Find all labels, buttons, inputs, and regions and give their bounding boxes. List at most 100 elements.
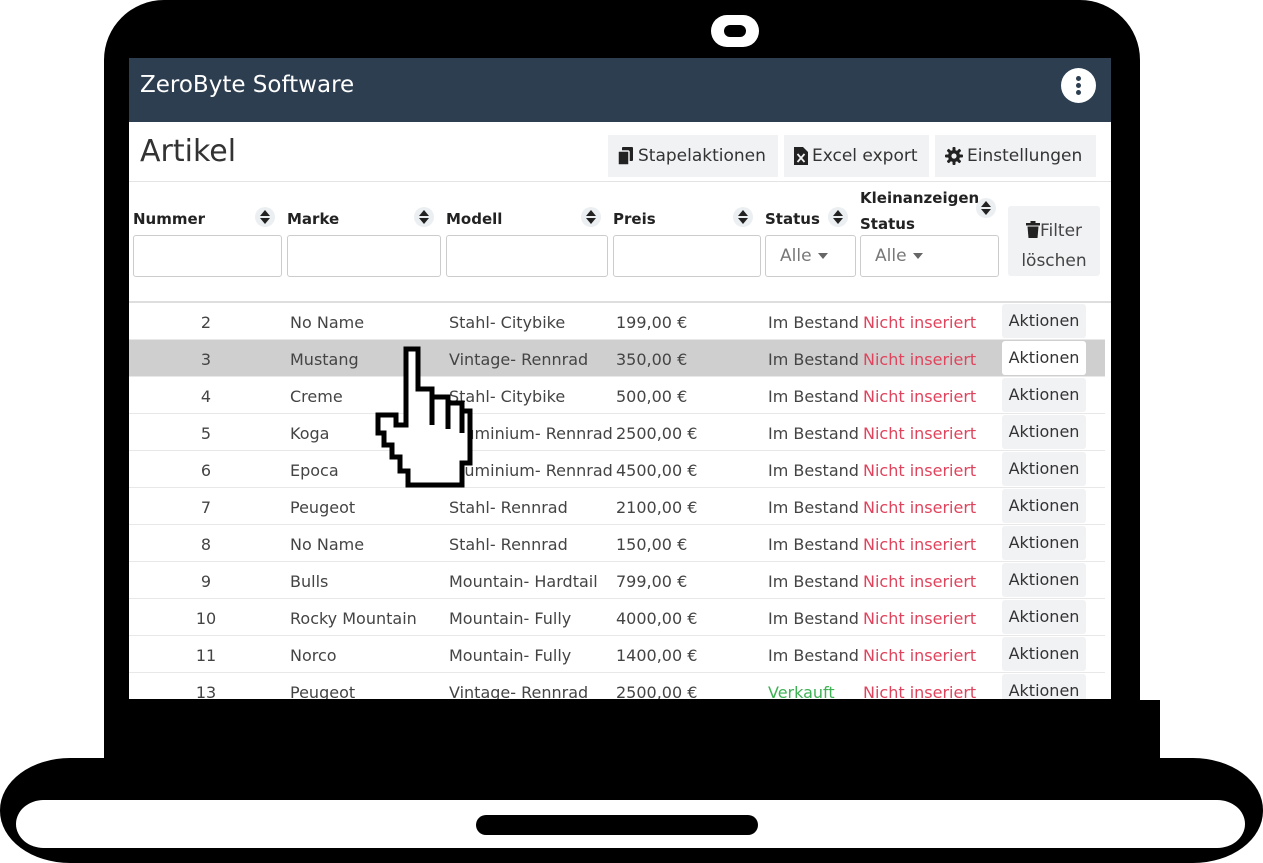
cell-preis: 150,00 € [616, 535, 688, 554]
aktionen-button[interactable]: Aktionen [1002, 563, 1086, 597]
cell-kleinanzeigen-status: Nicht inseriert [863, 535, 977, 554]
aktionen-button[interactable]: Aktionen [1002, 415, 1086, 449]
cell-kleinanzeigen-status: Nicht inseriert [863, 646, 977, 665]
cell-status: Im Bestand [768, 387, 859, 406]
column-header-status: Status [765, 210, 820, 228]
top-bar: ZeroByte Software [129, 58, 1111, 122]
aktionen-button[interactable]: Aktionen [1002, 452, 1086, 486]
table-row[interactable]: 4 Creme Stahl- Citybike 500,00 € Im Bestand N… [129, 377, 1105, 414]
cell-kleinanzeigen-status: Nicht inseriert [863, 387, 977, 406]
cell-kleinanzeigen-status: Nicht inseriert [863, 609, 977, 628]
sort-modell-icon[interactable] [581, 207, 601, 227]
aktionen-button[interactable]: Aktionen [1002, 637, 1086, 671]
aktionen-button[interactable]: Aktionen [1002, 674, 1086, 699]
cell-marke: No Name [290, 313, 365, 332]
filter-kleinanzeigen-value: Alle [875, 246, 907, 266]
filter-status-value: Alle [780, 246, 812, 266]
aktionen-button[interactable]: Aktionen [1002, 378, 1086, 412]
clear-filter-button[interactable]: Filter löschen [1008, 206, 1100, 276]
einstellungen-button[interactable]: Einstellungen [935, 135, 1096, 177]
filter-modell-input[interactable] [446, 235, 608, 277]
cell-nummer: 3 [200, 350, 212, 369]
cell-status: Verkauft [768, 683, 835, 699]
copy-icon [618, 147, 634, 165]
cell-nummer: 10 [195, 609, 217, 628]
filter-kleinanzeigen-select[interactable]: Alle [860, 235, 999, 277]
aktionen-button[interactable]: Aktionen [1002, 526, 1086, 560]
cell-marke: Peugeot [290, 683, 356, 699]
filter-preis-input[interactable] [613, 235, 761, 277]
cell-status: Im Bestand [768, 313, 859, 332]
aktionen-button[interactable]: Aktionen [1002, 341, 1086, 375]
cell-kleinanzeigen-status: Nicht inseriert [863, 313, 977, 332]
cell-kleinanzeigen-status: Nicht inseriert [863, 498, 977, 517]
cell-preis: 2100,00 € [616, 498, 698, 517]
cell-nummer: 13 [195, 683, 217, 699]
cell-marke: No Name [290, 535, 365, 554]
table-row[interactable]: 5 Koga Aluminium- Rennrad 2500,00 € Im Besta… [129, 414, 1105, 451]
app-screen: ZeroByte Software Artikel Stapelaktionen… [129, 58, 1111, 699]
cell-modell: Mountain- Fully [449, 646, 572, 665]
table-row[interactable]: 8 No Name Stahl- Rennrad 150,00 € Im Bestand… [129, 525, 1105, 562]
cell-status: Im Bestand [768, 350, 859, 369]
cell-marke: Peugeot [290, 498, 356, 517]
cell-preis: 4500,00 € [616, 461, 698, 480]
cell-preis: 1400,00 € [616, 646, 698, 665]
cell-nummer: 9 [200, 572, 212, 591]
cell-marke: Mustang [290, 350, 359, 369]
cell-nummer: 8 [200, 535, 212, 554]
aktionen-button[interactable]: Aktionen [1002, 489, 1086, 523]
cell-kleinanzeigen-status: Nicht inseriert [863, 683, 977, 699]
table-row[interactable]: 13 Peugeot Vintage- Rennrad 2500,00 € Verkau… [129, 673, 1105, 699]
filter-marke-input[interactable] [287, 235, 441, 277]
sort-status-icon[interactable] [828, 207, 848, 227]
vertical-dots-icon[interactable] [1061, 68, 1096, 103]
cell-kleinanzeigen-status: Nicht inseriert [863, 424, 977, 443]
table-row[interactable]: 3 Mustang Vintage- Rennrad 350,00 € Im Besta… [129, 340, 1105, 377]
cell-kleinanzeigen-status: Nicht inseriert [863, 461, 977, 480]
cell-modell: Mountain- Hardtail [449, 572, 598, 591]
stapelaktionen-label: Stapelaktionen [638, 146, 766, 166]
cell-marke: Creme [290, 387, 343, 406]
gear-icon [945, 147, 963, 165]
table-row[interactable]: 9 Bulls Mountain- Hardtail 799,00 € Im Besta… [129, 562, 1105, 599]
filter-status-select[interactable]: Alle [765, 235, 856, 277]
cell-marke: Epoca [290, 461, 339, 480]
aktionen-button[interactable]: Aktionen [1002, 600, 1086, 634]
cell-preis: 2500,00 € [616, 683, 698, 699]
cell-marke: Bulls [290, 572, 329, 591]
column-header-kleinanzeigen-status: Status [860, 215, 915, 233]
sort-marke-icon[interactable] [414, 207, 434, 227]
table-row[interactable]: 6 Epoca Aluminium- Rennrad 4500,00 € Im Best… [129, 451, 1105, 488]
hand-pointer-icon [374, 345, 484, 494]
cell-preis: 350,00 € [616, 350, 688, 369]
cell-status: Im Bestand [768, 646, 859, 665]
table-row[interactable]: 11 Norco Mountain- Fully 1400,00 € Im Bestan… [129, 636, 1105, 673]
cell-status: Im Bestand [768, 609, 859, 628]
table-row[interactable]: 7 Peugeot Stahl- Rennrad 2100,00 € Im Bestan… [129, 488, 1105, 525]
sort-kleinanzeigen-icon[interactable] [976, 198, 996, 218]
einstellungen-label: Einstellungen [967, 146, 1083, 166]
cell-preis: 4000,00 € [616, 609, 698, 628]
aktionen-button[interactable]: Aktionen [1002, 304, 1086, 338]
cell-preis: 799,00 € [616, 572, 688, 591]
cell-preis: 199,00 € [616, 313, 688, 332]
excel-export-button[interactable]: Excel export [784, 135, 929, 177]
excel-export-label: Excel export [812, 146, 918, 166]
cell-modell: Vintage- Rennrad [449, 683, 589, 699]
table-row[interactable]: 10 Rocky Mountain Mountain- Fully 4000,00 €… [129, 599, 1105, 636]
caret-down-icon [912, 253, 923, 259]
cell-marke: Rocky Mountain [290, 609, 417, 628]
table-row[interactable]: 2 No Name Stahl- Citybike 199,00 € Im Bestan… [129, 303, 1105, 340]
clear-filter-label-2: löschen [1021, 251, 1087, 271]
filter-nummer-input[interactable] [133, 235, 282, 277]
cell-preis: 2500,00 € [616, 424, 698, 443]
cell-nummer: 7 [200, 498, 212, 517]
cell-nummer: 11 [195, 646, 217, 665]
sort-preis-icon[interactable] [733, 207, 753, 227]
cell-modell: Stahl- Citybike [449, 313, 566, 332]
cell-modell: Stahl- Rennrad [449, 535, 568, 554]
stapelaktionen-button[interactable]: Stapelaktionen [608, 135, 778, 177]
cell-status: Im Bestand [768, 498, 859, 517]
sort-nummer-icon[interactable] [255, 207, 275, 227]
